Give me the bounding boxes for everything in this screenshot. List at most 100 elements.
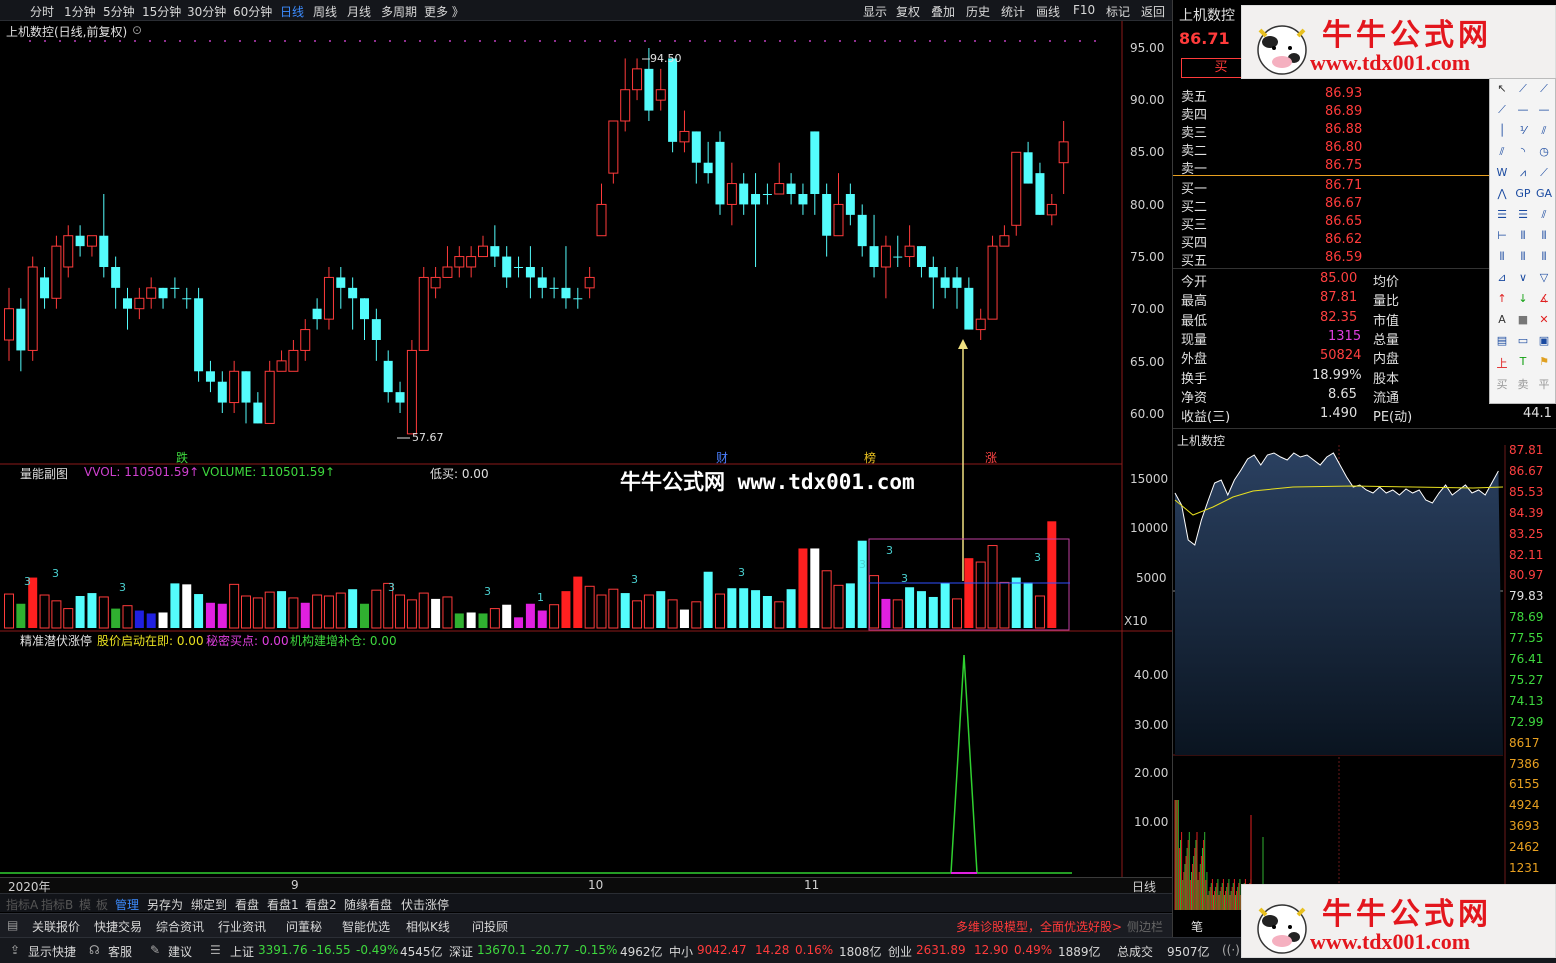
arc-tool-icon[interactable]: ◝ bbox=[1513, 145, 1533, 158]
zigzag-tool-icon[interactable]: ⩘ bbox=[1513, 166, 1533, 180]
grid-tool-icon[interactable]: ⦀ bbox=[1492, 250, 1512, 264]
func-related-quote[interactable]: 关联报价 bbox=[32, 918, 80, 935]
line-tool-icon[interactable]: ⟋ bbox=[1513, 82, 1533, 96]
sell-mark-icon[interactable]: 卖 bbox=[1513, 376, 1533, 392]
grid2-tool-icon[interactable]: ⦀ bbox=[1513, 250, 1533, 264]
up-arrow-icon[interactable]: ↑ bbox=[1492, 292, 1512, 305]
tab-bind-to[interactable]: 绑定到 bbox=[191, 896, 227, 913]
period-daily[interactable]: 日线 bbox=[280, 3, 304, 20]
period-30min[interactable]: 30分钟 bbox=[187, 3, 226, 20]
down-tool-icon[interactable]: ∨ bbox=[1513, 271, 1533, 284]
menu-overlay[interactable]: 叠加 bbox=[931, 3, 955, 20]
buy-mark-icon[interactable]: 买 bbox=[1492, 376, 1512, 392]
cycle2-tool-icon[interactable]: ⦀ bbox=[1534, 229, 1554, 243]
tri-tool-icon[interactable]: ▽ bbox=[1534, 271, 1554, 284]
period-monthly[interactable]: 月线 bbox=[347, 3, 371, 20]
intraday-chart[interactable] bbox=[1173, 445, 1556, 915]
speed-tool-icon[interactable]: ⊿ bbox=[1492, 271, 1512, 284]
hline-tool-icon[interactable]: — bbox=[1513, 103, 1533, 116]
menu-history[interactable]: 历史 bbox=[966, 3, 990, 20]
period-more[interactable]: 更多 》 bbox=[424, 3, 464, 20]
xia-tool-icon[interactable]: T bbox=[1513, 355, 1533, 368]
sidebar-toggle[interactable]: 侧边栏 bbox=[1127, 918, 1163, 935]
cursor-tool-icon[interactable]: ↖ bbox=[1492, 82, 1512, 95]
menu-draw[interactable]: 画线 bbox=[1036, 3, 1060, 20]
delete-tool-icon[interactable]: ✕ bbox=[1534, 313, 1554, 326]
hray-tool-icon[interactable]: — bbox=[1534, 103, 1554, 116]
parallel-tool-icon[interactable]: ⫽ bbox=[1492, 145, 1512, 159]
cy-name[interactable]: 创业 bbox=[888, 943, 912, 960]
customer-service[interactable]: 客服 bbox=[108, 943, 132, 960]
promo-link[interactable]: 多维诊股模型，全面优选好股> bbox=[956, 918, 1122, 935]
ga-tool-icon[interactable]: GA bbox=[1534, 187, 1554, 200]
tab-suiyuan[interactable]: 随缘看盘 bbox=[344, 896, 392, 913]
func-quick-trade[interactable]: 快捷交易 bbox=[94, 918, 142, 935]
grid3-tool-icon[interactable]: ⦀ bbox=[1534, 250, 1554, 264]
tab-ban[interactable]: 板 bbox=[96, 896, 108, 913]
period-weekly[interactable]: 周线 bbox=[313, 3, 337, 20]
text-tool-icon[interactable]: A bbox=[1492, 313, 1512, 326]
func-smart-select[interactable]: 智能优选 bbox=[342, 918, 390, 935]
kline-chart-area[interactable]: 333333333331 上机数控(日线,前复权) ⊙ 94.50 57.67 … bbox=[0, 21, 1172, 877]
tab-mo[interactable]: 模 bbox=[79, 896, 91, 913]
period-1min[interactable]: 1分钟 bbox=[64, 3, 96, 20]
tab-indicator-a[interactable]: 指标A bbox=[6, 896, 38, 913]
box-tool-icon[interactable]: ▣ bbox=[1534, 334, 1554, 347]
trend-tool-icon[interactable]: ⟋ bbox=[1534, 166, 1554, 180]
chart-settings-icon[interactable]: ⊙ bbox=[132, 23, 142, 37]
flat-mark-icon[interactable]: 平 bbox=[1534, 376, 1554, 392]
note-tool-icon[interactable]: ▤ bbox=[1492, 334, 1512, 347]
headset-icon[interactable]: ☊ bbox=[89, 943, 100, 957]
func-ask-secretary[interactable]: 问董秘 bbox=[286, 918, 322, 935]
channel-tool-icon[interactable]: ⫽ bbox=[1534, 124, 1554, 138]
cycle-tool-icon[interactable]: ⦀ bbox=[1513, 229, 1533, 243]
down-arrow-icon[interactable]: ↓ bbox=[1513, 292, 1533, 305]
tab-save-as[interactable]: 另存为 bbox=[147, 896, 183, 913]
wave-tool-icon[interactable]: W bbox=[1492, 166, 1512, 179]
menu-mark[interactable]: 标记 bbox=[1106, 3, 1130, 20]
tick-tab[interactable]: 笔 bbox=[1191, 918, 1203, 935]
func-ask-advisor[interactable]: 问投顾 bbox=[472, 918, 508, 935]
sh-name[interactable]: 上证 bbox=[230, 943, 254, 960]
fib2-tool-icon[interactable]: ☰ bbox=[1513, 208, 1533, 221]
sz-name[interactable]: 深证 bbox=[449, 943, 473, 960]
panel-icon[interactable]: ▤ bbox=[7, 918, 18, 932]
ray-tool-icon[interactable]: ⟋ bbox=[1534, 82, 1554, 96]
func-news[interactable]: 综合资讯 bbox=[156, 918, 204, 935]
menu-back[interactable]: 返回 bbox=[1141, 3, 1165, 20]
period-60min[interactable]: 60分钟 bbox=[233, 3, 272, 20]
menu-f10[interactable]: F10 bbox=[1073, 3, 1095, 17]
tab-kanpan2[interactable]: 看盘2 bbox=[305, 896, 337, 913]
period-5min[interactable]: 5分钟 bbox=[103, 3, 135, 20]
fan-tool-icon[interactable]: ⫽ bbox=[1534, 208, 1554, 222]
vline-tool-icon[interactable]: │ bbox=[1492, 124, 1512, 137]
flag-tool-icon[interactable]: ⚑ bbox=[1534, 355, 1554, 368]
menu-display[interactable]: 显示 bbox=[863, 3, 887, 20]
shortcut-icon[interactable]: ⇪ bbox=[10, 943, 20, 957]
tab-fuji[interactable]: 伏击涨停 bbox=[401, 896, 449, 913]
menu-stats[interactable]: 统计 bbox=[1001, 3, 1025, 20]
period-multi[interactable]: 多周期 bbox=[381, 3, 417, 20]
suggestion[interactable]: 建议 bbox=[168, 943, 192, 960]
show-shortcut[interactable]: 显示快捷 bbox=[28, 943, 76, 960]
period-15min[interactable]: 15分钟 bbox=[142, 3, 181, 20]
angle-tool-icon[interactable]: ∡ bbox=[1534, 292, 1554, 305]
tab-kanpan1[interactable]: 看盘1 bbox=[267, 896, 299, 913]
gp-tool-icon[interactable]: GP bbox=[1513, 187, 1533, 200]
segment-tool-icon[interactable]: ⟋ bbox=[1492, 103, 1512, 117]
shang-tool-icon[interactable]: 上 bbox=[1492, 355, 1512, 371]
edit-icon[interactable]: ✎ bbox=[150, 943, 160, 957]
period-fenshi[interactable]: 分时 bbox=[30, 3, 54, 20]
tab-indicator-b[interactable]: 指标B bbox=[41, 896, 73, 913]
price-tool-icon[interactable]: ⅟ bbox=[1513, 124, 1533, 137]
tab-manage[interactable]: 管理 bbox=[115, 896, 139, 913]
zx-name[interactable]: 中小 bbox=[669, 943, 693, 960]
func-similar-k[interactable]: 相似K线 bbox=[406, 918, 450, 935]
tab-kanpan[interactable]: 看盘 bbox=[235, 896, 259, 913]
gann-tool-icon[interactable]: ⋀ bbox=[1492, 187, 1512, 200]
fib-tool-icon[interactable]: ☰ bbox=[1492, 208, 1512, 221]
menu-fuquan[interactable]: 复权 bbox=[896, 3, 920, 20]
func-industry[interactable]: 行业资讯 bbox=[218, 918, 266, 935]
rect-tool-icon[interactable]: ■ bbox=[1513, 313, 1533, 326]
ruler-tool-icon[interactable]: ▭ bbox=[1513, 334, 1533, 347]
